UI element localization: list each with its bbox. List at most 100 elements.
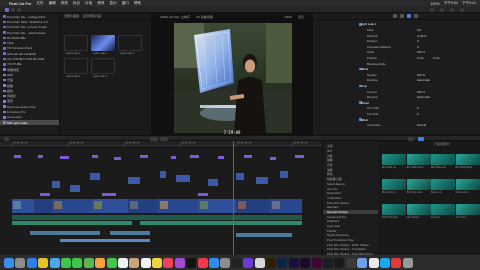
inspector-param-row[interactable]: Trim End 0 — [313, 112, 480, 117]
inspector-section[interactable]: Effect — [313, 117, 480, 122]
facetime-icon[interactable] — [106, 257, 117, 268]
video-frame[interactable] — [174, 23, 292, 133]
chrome-icon[interactable] — [38, 257, 49, 268]
menu-item-trim[interactable]: 修剪 — [61, 1, 68, 6]
podcasts-icon[interactable] — [174, 257, 185, 268]
inspector-toggle-button[interactable] — [450, 8, 454, 12]
inspector-param-value[interactable]: Horizontal — [417, 78, 430, 82]
inspector-param-value[interactable]: 0 mm — [417, 56, 424, 60]
info-inspector-icon[interactable] — [414, 14, 418, 18]
timeline-clips[interactable] — [0, 141, 322, 255]
inspector-param-row[interactable]: Direction Horizontal — [313, 95, 480, 100]
notes-icon[interactable] — [152, 257, 163, 268]
textedit-icon[interactable] — [368, 257, 379, 268]
transition-thumbnail[interactable] — [455, 204, 480, 215]
menu-app-name[interactable]: Final Cut Pro — [9, 2, 31, 6]
viewer-view-menu[interactable]: 显示 — [298, 15, 304, 19]
wechat-icon[interactable] — [72, 257, 83, 268]
keyword-button[interactable] — [11, 8, 15, 12]
maps-icon[interactable] — [83, 257, 94, 268]
transition-thumbnail[interactable] — [406, 179, 431, 190]
import-button[interactable] — [5, 8, 9, 12]
inspector-param-row[interactable]: Rotation 0 — [313, 39, 480, 44]
inspector-param-row[interactable]: Direction ◎ 90.0 ° — [313, 33, 480, 38]
calendar-icon[interactable] — [117, 257, 128, 268]
contacts-icon[interactable] — [129, 257, 140, 268]
menu-item-modify[interactable]: 修改 — [97, 1, 104, 6]
inspector-param-value[interactable]: ◎ 90.0 ° — [417, 34, 428, 38]
playhead[interactable] — [233, 141, 234, 255]
inspector-section[interactable]: Blend — [313, 67, 480, 72]
finalcut-icon[interactable] — [231, 257, 242, 268]
tv-icon[interactable] — [186, 257, 197, 268]
menu-item-edit[interactable]: 编辑 — [49, 1, 56, 6]
inspector-param-value[interactable]: 0 — [417, 39, 419, 43]
reminders-icon[interactable] — [140, 257, 151, 268]
inspector-param-value[interactable]: Normal — [417, 123, 426, 127]
menu-item-mark[interactable]: 标记 — [73, 1, 80, 6]
transition-thumbnail[interactable] — [382, 179, 406, 190]
clip-thumbnail-5[interactable] — [91, 58, 115, 74]
clock-2[interactable]: 下午5:41 — [462, 1, 476, 6]
share-button[interactable] — [430, 8, 434, 12]
inspector-param-value[interactable]: Horizontal — [417, 95, 430, 99]
video-inspector-icon[interactable] — [393, 14, 397, 18]
inspector-param-value[interactable]: 0 — [417, 45, 419, 49]
inspector-param-row[interactable]: Opacity 100 % — [313, 72, 480, 77]
appstore-icon[interactable] — [209, 257, 220, 268]
clip-thumbnail-1[interactable] — [64, 35, 88, 51]
inspector-param-row[interactable]: Position 0 mm 0 mm — [313, 56, 480, 61]
inspector-param-row[interactable]: Composite Normal — [313, 123, 480, 128]
timeline[interactable]: 00:00:00:00 00:00:30:00 00:01:00:00 00:01:3… — [0, 141, 322, 255]
motion-icon[interactable] — [243, 257, 254, 268]
launchpad-icon[interactable] — [15, 257, 26, 268]
browser-filter[interactable]: 已按片段组 — [64, 14, 79, 18]
clock-1[interactable]: 下午9:54 — [444, 1, 458, 6]
safari-icon[interactable] — [26, 257, 37, 268]
inspector-param-row[interactable]: Amount 100 % — [313, 89, 480, 94]
viewer-zoom[interactable]: 100% — [284, 15, 292, 19]
inspector-param-row[interactable]: Trim Start 0 — [313, 106, 480, 111]
inspector-param-value[interactable]: 100 % — [417, 73, 425, 77]
layout-button[interactable] — [440, 8, 444, 12]
inspector-param-value[interactable]: 1% — [417, 28, 421, 32]
inspector-section[interactable]: Distort — [313, 100, 480, 105]
compressor-icon[interactable] — [254, 257, 265, 268]
inspector-section[interactable]: Crop — [313, 84, 480, 89]
clip-thumbnail-4[interactable] — [64, 58, 88, 74]
browser-show-all[interactable]: 显示所有片段 — [83, 14, 101, 18]
inspector-param-row[interactable]: Scale 100 % — [313, 50, 480, 55]
menu-item-clip[interactable]: 片段 — [85, 1, 92, 6]
effect-inspector-icon[interactable] — [407, 14, 411, 18]
inspector-param-value[interactable]: 0 mm — [433, 56, 440, 60]
color-inspector-icon[interactable] — [400, 14, 404, 18]
qq-icon[interactable] — [379, 257, 390, 268]
transition-thumbnail[interactable] — [431, 204, 455, 215]
transitions-sort-label[interactable]: 已按名称排列 — [434, 142, 450, 146]
preview-icon[interactable] — [357, 257, 368, 268]
transition-thumbnail[interactable] — [431, 179, 455, 190]
activity-icon[interactable] — [345, 257, 356, 268]
news-icon[interactable] — [197, 257, 208, 268]
check-button[interactable] — [17, 8, 21, 12]
illustrator-icon[interactable] — [265, 257, 276, 268]
clip-thumbnail-3[interactable] — [118, 35, 142, 51]
transition-thumbnail[interactable] — [406, 154, 431, 165]
inspector-param-value[interactable]: 100 % — [417, 90, 425, 94]
transition-thumbnail[interactable] — [382, 154, 406, 165]
settings-icon[interactable] — [220, 257, 231, 268]
menu-item-window[interactable]: 窗口 — [122, 1, 129, 6]
transition-thumbnail[interactable] — [406, 204, 431, 215]
premiere-icon[interactable] — [300, 257, 311, 268]
menu-item-file[interactable]: 文件 — [36, 1, 43, 6]
netease-icon[interactable] — [391, 257, 402, 268]
sidebar-item[interactable]: MB Light Leaks — [0, 119, 59, 126]
battery-status[interactable]: 100% — [430, 2, 439, 6]
messages-icon[interactable] — [60, 257, 71, 268]
inspector-param-row[interactable]: Flare 1% — [313, 28, 480, 33]
inspector-param-value[interactable]: 0 — [417, 106, 419, 110]
photos-icon[interactable] — [95, 257, 106, 268]
inspector-param-row[interactable]: Blending Mode — [313, 61, 480, 66]
trash-icon[interactable] — [402, 257, 413, 268]
transition-thumbnail[interactable] — [455, 154, 480, 165]
